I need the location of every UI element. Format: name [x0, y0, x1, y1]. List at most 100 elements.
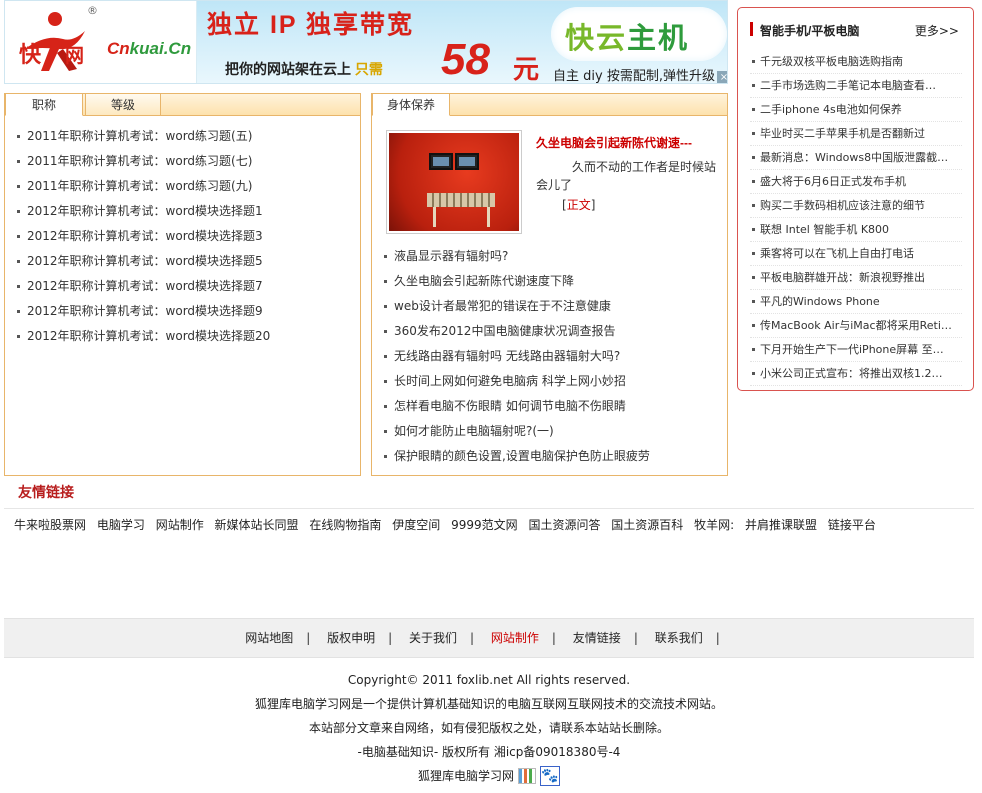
ad-brand-b: 主机 [627, 23, 690, 55]
ad-brand-a: 快云 [565, 23, 628, 55]
bench-leg-shape [487, 207, 490, 227]
list-item[interactable]: 2011年职称计算机考试：word练习题(五) [15, 124, 351, 149]
list-item[interactable]: 2012年职称计算机考试：word模块选择题7 [15, 274, 351, 299]
friend-link[interactable]: 网站制作 [156, 518, 204, 532]
list-item[interactable]: 长时间上网如何避免电脑病 科学上网小妙招 [382, 369, 718, 394]
list-item[interactable]: web设计者最常犯的错误在于不注意健康 [382, 294, 718, 319]
list-item[interactable]: 2012年职称计算机考试：word模块选择题20 [15, 324, 351, 349]
friend-links: 牛来啦股票网 电脑学习 网站制作 新媒体站长同盟 在线购物指南 伊度空间 999… [14, 516, 974, 533]
nav-separator: | [551, 631, 556, 645]
professional-exam-box: 职称 等级 2011年职称计算机考试：word练习题(五) 2011年职称计算机… [4, 93, 361, 476]
list-item[interactable]: 2012年职称计算机考试：word模块选择题5 [15, 249, 351, 274]
tab-bar: 职称 等级 [5, 94, 360, 116]
ad-close-icon[interactable]: × [717, 71, 727, 83]
list-item[interactable]: 千元级双核平板电脑选购指南 [750, 50, 962, 74]
list-item[interactable]: 传MacBook Air与iMac都将采用Reti… [750, 314, 962, 338]
footer-link-web-design[interactable]: 网站制作 [491, 619, 539, 657]
footer-nav: 网站地图 | 版权申明 | 关于我们 | 网站制作 | 友情链接 | 联系我们 | [4, 618, 974, 658]
footer-link-friends[interactable]: 友情链接 [573, 619, 621, 657]
footer-link-contact[interactable]: 联系我们 [655, 619, 703, 657]
friend-link[interactable]: 新媒体站长同盟 [215, 518, 299, 532]
list-item[interactable]: 购买二手数码相机应该注意的细节 [750, 194, 962, 218]
tab-health[interactable]: 身体保养 [372, 94, 450, 116]
ad-subtext: 自主 diy 按需配制,弹性升级 [553, 69, 715, 84]
ad-banner[interactable]: ® 快 网 Cnkuai.Cn 独立 IP 独享带宽 快云主机 把你的网站架在云… [4, 0, 728, 84]
list-item[interactable]: 下月开始生产下一代iPhone屏幕 至… [750, 338, 962, 362]
footer-site-row: 狐狸库电脑学习网 🐾 [4, 764, 974, 788]
nav-separator: | [470, 631, 475, 645]
featured-title[interactable]: 久坐电脑会引起新陈代谢速--- [536, 134, 692, 151]
sidebar-header: 智能手机/平板电脑 更多>> [738, 8, 973, 50]
list-item[interactable]: 360发布2012中国电脑健康状况调查报告 [382, 319, 718, 344]
list-item[interactable]: 盛大将于6月6日正式发布手机 [750, 170, 962, 194]
tv-shape [429, 153, 453, 170]
thumbnail-image [389, 133, 519, 231]
footer-link-about[interactable]: 关于我们 [409, 619, 457, 657]
list-item[interactable]: 毕业时买二手苹果手机是否翻新过 [750, 122, 962, 146]
list-item[interactable]: 2012年职称计算机考试：word模块选择题1 [15, 199, 351, 224]
list-item[interactable]: 保护眼睛的颜色设置,设置电脑保护色防止眼疲劳 [382, 444, 718, 469]
list-item[interactable]: 小米公司正式宣布：将推出双核1.2… [750, 362, 962, 386]
logo-domain-rest: kuai.Cn [129, 39, 192, 58]
friend-links-title: 友情链接 [18, 484, 74, 500]
nav-separator: | [633, 631, 638, 645]
logo-domain: Cnkuai.Cn [107, 39, 191, 59]
ad-brand: 快云主机 [565, 15, 689, 57]
friend-link[interactable]: 伊度空间 [392, 518, 440, 532]
friend-link[interactable]: 并肩推课联盟 [745, 518, 817, 532]
friend-link[interactable]: 9999范文网 [451, 518, 518, 532]
sidebar-title: 智能手机/平板电脑 [760, 24, 860, 38]
list-item[interactable]: 最新消息：Windows8中国版泄露截… [750, 146, 962, 170]
footer-site-name: 狐狸库电脑学习网 [417, 769, 514, 783]
list-item[interactable]: 平板电脑群雄开战：新浪视野推出 [750, 266, 962, 290]
bench-shape [427, 193, 495, 207]
list-item[interactable]: 乘客将可以在飞机上自由打电话 [750, 242, 962, 266]
list-item[interactable]: 2012年职称计算机考试：word模块选择题3 [15, 224, 351, 249]
list-item[interactable]: 2011年职称计算机考试：word练习题(七) [15, 149, 351, 174]
list-item[interactable]: 平凡的Windows Phone [750, 290, 962, 314]
footer-info: Copyright© 2011 foxlib.net All rights re… [4, 668, 974, 788]
friend-link[interactable]: 牛来啦股票网 [14, 518, 86, 532]
ad-headline: 独立 IP 独享带宽 [207, 11, 415, 39]
logo-char-1: 快 [19, 42, 42, 67]
list-item[interactable]: 久坐电脑会引起新陈代谢速度下降 [382, 269, 718, 294]
icp-record[interactable]: -电脑基础知识- 版权所有 湘icp备09018380号-4 [4, 740, 974, 764]
friend-link[interactable]: 电脑学习 [97, 518, 145, 532]
list-item[interactable]: 如何才能防止电脑辐射呢?(一) [382, 419, 718, 444]
tab-bar: 身体保养 [372, 94, 727, 116]
logo-domain-cn: Cn [107, 39, 130, 58]
baidu-paw-icon[interactable]: 🐾 [540, 766, 560, 786]
tab-grade[interactable]: 等级 [85, 94, 161, 116]
divider [4, 508, 974, 509]
nav-separator: | [306, 631, 311, 645]
footer-link-sitemap[interactable]: 网站地图 [245, 619, 293, 657]
list-item[interactable]: 无线路由器有辐射吗 无线路由器辐射大吗? [382, 344, 718, 369]
footer-site-badges: 狐狸库电脑学习网 🐾 [418, 764, 560, 788]
friend-link[interactable]: 链接平台 [828, 518, 876, 532]
site-logo[interactable]: ® 快 网 Cnkuai.Cn [5, 1, 197, 83]
friend-link[interactable]: 国土资源问答 [528, 518, 600, 532]
list-item[interactable]: 2011年职称计算机考试：word练习题(九) [15, 174, 351, 199]
nav-separator: | [388, 631, 393, 645]
footer-link-copyright[interactable]: 版权申明 [327, 619, 375, 657]
featured-thumbnail[interactable] [386, 130, 522, 234]
tv-shape [455, 153, 479, 170]
list-item[interactable]: 二手市场选购二手笔记本电脑查看… [750, 74, 962, 98]
friend-link[interactable]: 在线购物指南 [309, 518, 381, 532]
tab-professional[interactable]: 职称 [5, 94, 83, 116]
ad-slogan-only: 只需 [354, 61, 383, 77]
featured-description: 久而不动的工作者是时候站会儿了 [536, 160, 717, 192]
sidebar-more-link[interactable]: 更多>> [915, 22, 959, 39]
cnzz-stats-icon[interactable] [518, 768, 536, 784]
list-item[interactable]: 联想 Intel 智能手机 K800 [750, 218, 962, 242]
nav-separator: | [715, 631, 720, 645]
friend-link[interactable]: 牧羊网: [694, 518, 734, 532]
friend-link[interactable]: 国土资源百科 [611, 518, 683, 532]
list-item[interactable]: 二手iphone 4s电池如何保养 [750, 98, 962, 122]
logo-char-2: 网 [65, 46, 85, 67]
list-item[interactable]: 液晶显示器有辐射吗? [382, 244, 718, 269]
ad-price-unit: 元 [513, 54, 540, 84]
list-item[interactable]: 怎样看电脑不伤眼睛 如何调节电脑不伤眼睛 [382, 394, 718, 419]
read-more-link[interactable]: 正文 [567, 198, 591, 212]
list-item[interactable]: 2012年职称计算机考试：word模块选择题9 [15, 299, 351, 324]
